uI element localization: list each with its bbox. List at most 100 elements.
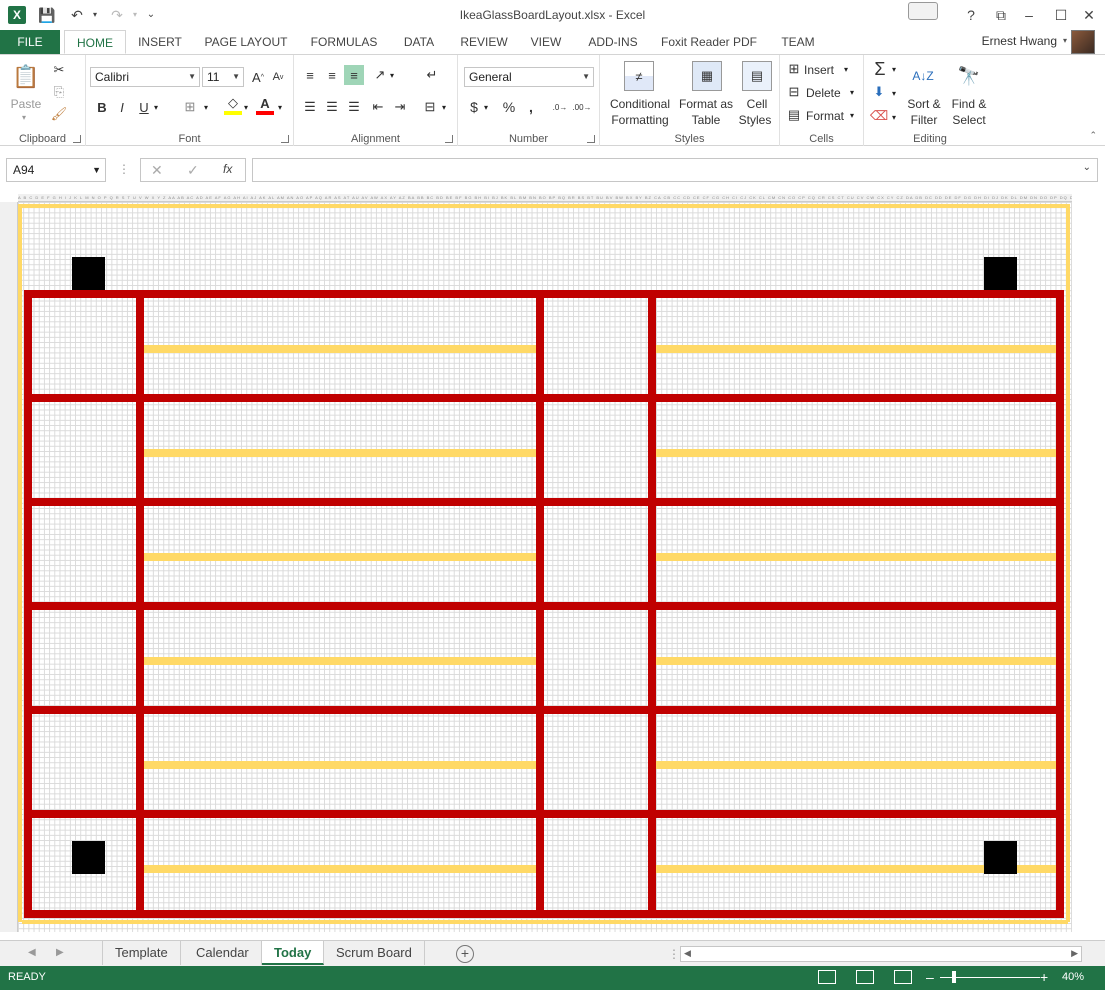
fill-color-dropdown-icon[interactable]: ▾ — [244, 103, 248, 112]
italic-button[interactable]: I — [114, 97, 130, 117]
autosum-icon[interactable]: Σ — [870, 59, 890, 79]
increase-decimal-icon[interactable]: .0→ — [550, 97, 570, 117]
zoom-in-button[interactable]: + — [1040, 969, 1048, 985]
fill-color-icon[interactable]: ◇ — [224, 95, 242, 115]
insert-function-icon[interactable]: fx — [223, 162, 232, 176]
font-size-dropdown[interactable]: 11 ▼ — [202, 67, 244, 87]
avatar[interactable] — [1071, 30, 1095, 54]
wrap-text-icon[interactable]: ↵ — [422, 65, 442, 85]
conditional-formatting-icon[interactable]: ≠ — [624, 61, 654, 91]
conditional-formatting-label-2[interactable]: Formatting — [604, 113, 676, 127]
underline-dropdown-icon[interactable]: ▾ — [154, 103, 158, 112]
borders-dropdown-icon[interactable]: ▾ — [204, 103, 208, 112]
grow-font-icon[interactable]: A ^ — [250, 67, 266, 87]
help-button[interactable]: ? — [958, 4, 984, 26]
enter-icon[interactable]: ✓ — [187, 162, 199, 179]
cancel-icon[interactable]: ✕ — [151, 162, 163, 179]
find-select-label[interactable]: Find & — [946, 97, 992, 111]
column-headers[interactable]: A B C D E F G H I J K L M N O P Q R S T … — [18, 194, 1072, 202]
format-as-table-label-2[interactable]: Table — [676, 113, 736, 127]
top-align-icon[interactable]: ≡ — [300, 65, 320, 85]
borders-icon[interactable]: ⊞ — [180, 97, 200, 117]
paste-button[interactable]: Paste — [8, 97, 44, 111]
delete-cells-icon[interactable]: ⊟ — [786, 84, 802, 100]
decrease-decimal-icon[interactable]: .00→ — [572, 97, 592, 117]
decrease-indent-icon[interactable]: ⇤ — [368, 97, 388, 117]
increase-indent-icon[interactable]: ⇥ — [390, 97, 410, 117]
currency-button[interactable]: $ — [466, 97, 482, 117]
sheet-tab-template[interactable]: Template — [102, 941, 181, 965]
tab-insert[interactable]: INSERT — [132, 30, 188, 54]
scroll-left-icon[interactable]: ◀ — [684, 948, 691, 959]
zoom-level[interactable]: 40% — [1062, 971, 1084, 983]
format-dropdown-icon[interactable]: ▾ — [850, 111, 854, 120]
alignment-launcher-icon[interactable] — [445, 135, 453, 143]
insert-dropdown-icon[interactable]: ▾ — [844, 65, 848, 74]
conditional-formatting-label[interactable]: Conditional — [604, 97, 676, 111]
vertical-scrollbar[interactable] — [1072, 194, 1105, 940]
format-painter-icon[interactable]: 🖌 — [50, 105, 68, 123]
clear-dropdown-icon[interactable]: ▾ — [892, 113, 896, 122]
merge-dropdown-icon[interactable]: ▾ — [442, 103, 446, 112]
comma-button[interactable]: , — [524, 97, 538, 117]
insert-cells-icon[interactable]: ⊞ — [786, 61, 802, 77]
tab-page-layout[interactable]: PAGE LAYOUT — [198, 30, 294, 54]
middle-align-icon[interactable]: ≡ — [322, 65, 342, 85]
copy-icon[interactable]: ⎘ — [50, 83, 68, 101]
number-launcher-icon[interactable] — [587, 135, 595, 143]
sort-filter-label[interactable]: Sort & — [902, 97, 946, 111]
normal-view-icon[interactable] — [818, 970, 836, 984]
expand-formula-bar-icon[interactable]: ⌄ — [1083, 162, 1091, 173]
cell-styles-label[interactable]: Cell — [738, 97, 776, 111]
minimize-button[interactable]: – — [1016, 4, 1042, 26]
tab-team[interactable]: TEAM — [772, 30, 824, 54]
ribbon-display-options-button[interactable] — [908, 2, 938, 20]
page-layout-view-icon[interactable] — [856, 970, 874, 984]
sheet-tab-today[interactable]: Today — [262, 941, 325, 965]
sort-filter-icon[interactable]: A↓Z — [908, 61, 938, 91]
tab-formulas[interactable]: FORMULAS — [304, 30, 384, 54]
align-center-icon[interactable]: ☰ — [322, 97, 342, 117]
find-select-icon[interactable]: 🔭 — [954, 61, 984, 91]
sheet-tab-scrum-board[interactable]: Scrum Board — [324, 941, 425, 965]
currency-dropdown-icon[interactable]: ▾ — [484, 103, 488, 112]
user-dropdown-icon[interactable]: ▾ — [1063, 36, 1067, 45]
cell-styles-label-2[interactable]: Styles — [734, 113, 776, 127]
autosum-dropdown-icon[interactable]: ▾ — [892, 65, 896, 74]
font-launcher-icon[interactable] — [281, 135, 289, 143]
paste-dropdown-icon[interactable]: ▾ — [22, 113, 26, 122]
sheet-nav-left-icon[interactable]: ◀ — [28, 947, 36, 958]
bottom-align-icon[interactable]: ≡ — [344, 65, 364, 85]
orientation-icon[interactable]: ↗ — [370, 65, 390, 85]
insert-button[interactable]: Insert — [804, 63, 834, 77]
collapse-ribbon-icon[interactable]: ⌃ — [1089, 130, 1097, 141]
tab-splitter-icon[interactable]: ⋮ — [668, 947, 680, 961]
tab-file[interactable]: FILE — [0, 30, 60, 54]
scroll-right-icon[interactable]: ▶ — [1071, 948, 1078, 959]
format-as-table-icon[interactable]: ▦ — [692, 61, 722, 91]
shrink-font-icon[interactable]: Av — [270, 67, 286, 87]
tab-data[interactable]: DATA — [394, 30, 444, 54]
percent-button[interactable]: % — [500, 97, 518, 117]
clear-icon[interactable]: ⌫ — [870, 107, 888, 125]
fill-dropdown-icon[interactable]: ▾ — [892, 89, 896, 98]
merge-center-icon[interactable]: ⊟ — [420, 97, 440, 117]
zoom-slider-thumb[interactable] — [952, 971, 956, 983]
close-button[interactable]: ✕ — [1076, 4, 1102, 26]
row-headers[interactable] — [0, 202, 18, 932]
formula-input[interactable]: ⌄ — [252, 158, 1098, 182]
font-name-dropdown[interactable]: Calibri ▼ — [90, 67, 200, 87]
fill-icon[interactable]: ⬇ — [870, 83, 888, 101]
align-left-icon[interactable]: ☰ — [300, 97, 320, 117]
tab-view[interactable]: VIEW — [524, 30, 568, 54]
formula-bar-splitter-icon[interactable]: ⋮ — [118, 162, 130, 176]
cut-icon[interactable]: ✂ — [50, 61, 68, 79]
underline-button[interactable]: U — [136, 97, 152, 117]
tab-add-ins[interactable]: ADD-INS — [578, 30, 648, 54]
delete-button[interactable]: Delete — [806, 86, 841, 100]
format-button[interactable]: Format — [806, 109, 844, 123]
paste-icon[interactable]: 📋 — [10, 61, 42, 93]
sheet-nav-right-icon[interactable]: ▶ — [56, 947, 64, 958]
clipboard-launcher-icon[interactable] — [73, 135, 81, 143]
cell-styles-icon[interactable]: ▤ — [742, 61, 772, 91]
